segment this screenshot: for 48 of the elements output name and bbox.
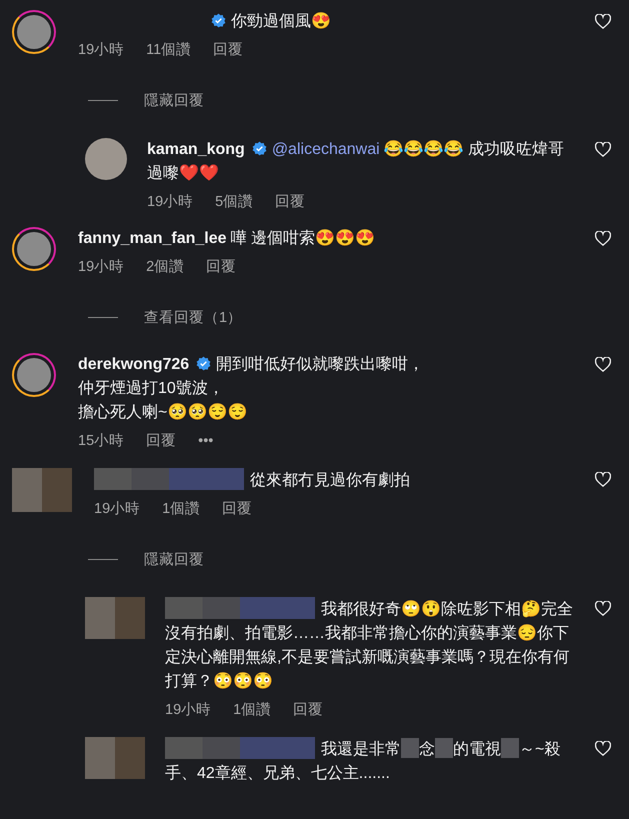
replies-toggle[interactable]: 隱藏回覆 [144,91,204,110]
comment-text: 從來都冇見過你有劇拍 [94,468,573,493]
reply-link[interactable]: 回覆 [293,700,324,719]
comment-time: 19小時 [94,500,140,518]
reply-link[interactable]: 回覆 [222,499,252,518]
like-count[interactable]: 1個讚 [162,499,200,518]
comment-text: 你勁過個風😍 [78,10,573,34]
comment-time: 19小時 [78,258,124,276]
comment-text: 擔心死人喇~🥺🥺😌😌 [78,402,248,423]
like-heart-icon[interactable] [595,741,611,756]
avatar[interactable] [85,138,127,180]
username-link[interactable]: fanny_man_fan_lee [78,230,227,247]
comment-time: 19小時 [78,41,124,59]
replies-toggle[interactable]: 隱藏回覆 [144,550,204,569]
comment-time: 15小時 [78,432,124,450]
like-count[interactable]: 1個讚 [233,700,272,719]
pixelated-block [501,738,519,758]
like-count[interactable]: 2個讚 [146,257,184,276]
like-count[interactable]: 11個讚 [146,40,192,59]
reply-link[interactable]: 回覆 [206,257,236,276]
like-heart-icon[interactable] [595,601,611,616]
comment-text: 我都很好奇🙄😲除咗影下相🤔完全沒有拍劇、拍電影……我都非常擔心你的演藝事業😔你下定決心離開無線,不是要嘗試新嘅演藝事業嗎？現在你有何打算？😳😳😳 [165,597,575,694]
comment-time: 19小時 [165,701,212,719]
pixelated-block [401,738,419,758]
pixelated-block [435,738,453,758]
like-heart-icon[interactable] [595,231,611,246]
reply-link[interactable]: 回覆 [213,40,244,59]
comment-text: 我還是非常 念 的電視 ～~殺手、42章經、兄弟、七公主....... [165,737,575,786]
replies-toggle[interactable]: 查看回覆（1） [144,308,242,327]
comment-text: fanny_man_fan_lee 嘩 邊個咁索😍😍😍 [78,228,376,249]
like-heart-icon[interactable] [595,472,611,487]
avatar[interactable] [12,227,56,271]
avatar[interactable] [12,353,56,397]
username-link[interactable]: kaman_kong [147,141,245,158]
reply-link[interactable]: 回覆 [275,192,306,211]
avatar[interactable] [12,10,56,54]
like-heart-icon[interactable] [595,142,611,157]
comment-time: 19小時 [147,193,194,211]
like-heart-icon[interactable] [595,14,611,29]
more-options-button[interactable]: ••• [198,432,214,448]
comment-text: 仲牙煙過打10號波， [78,378,225,399]
comment-text: derekwong726 開到咁低好似就嚟跌出嚟咁， [78,354,426,375]
comment-text: kaman_kong @alicechanwai 😂😂😂😂 成功吸咗煒哥過嚟❤❤ [147,139,566,184]
mention-link[interactable]: @alicechanwai [272,141,380,158]
reply-link[interactable]: 回覆 [146,431,176,450]
username-link[interactable]: derekwong726 [78,356,190,373]
like-heart-icon[interactable] [595,357,611,372]
like-count[interactable]: 5個讚 [215,192,254,211]
